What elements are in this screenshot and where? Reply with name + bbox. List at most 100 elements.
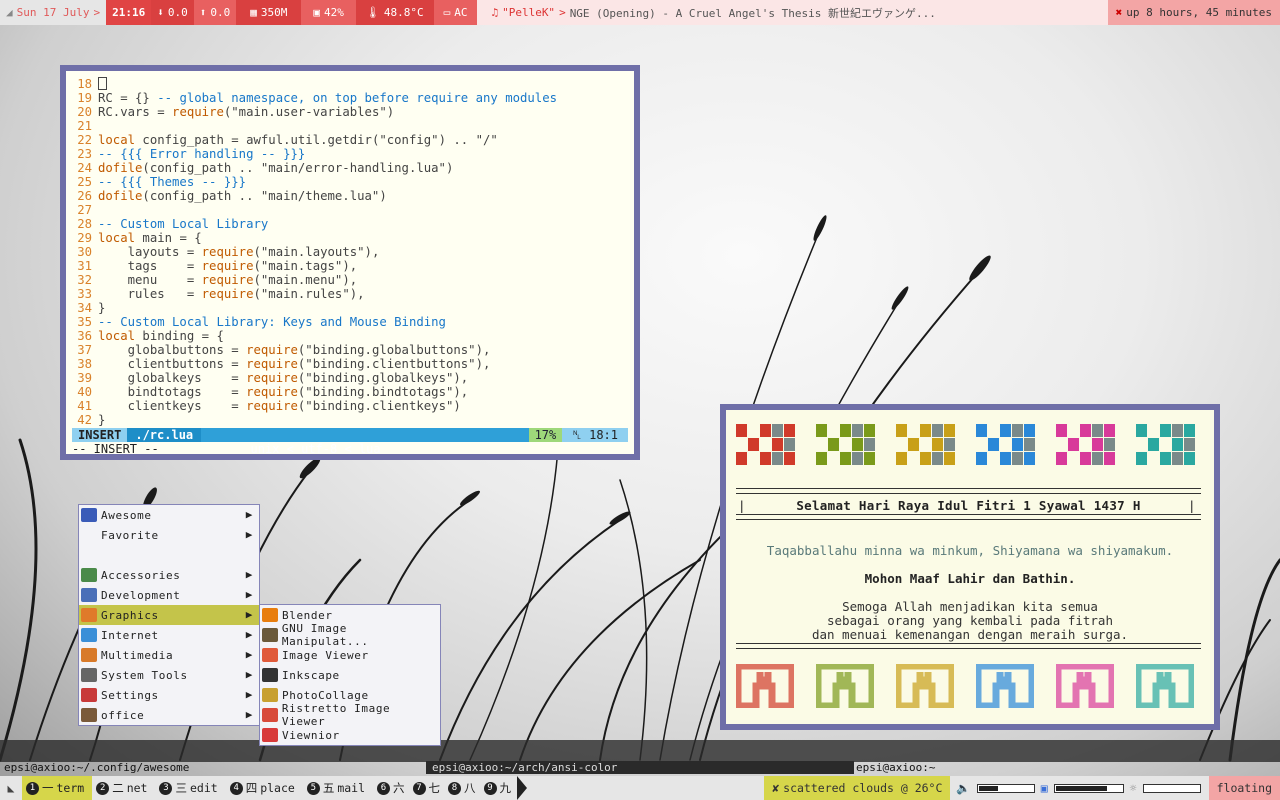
- code-comment: -- Custom Local Library: [98, 217, 269, 231]
- code-line[interactable]: 21: [72, 119, 628, 133]
- code-line[interactable]: 28 -- Custom Local Library: [72, 217, 628, 231]
- menu-item[interactable]: System Tools ▶: [79, 665, 259, 685]
- menu-item[interactable]: Graphics ▶: [79, 605, 259, 625]
- code-line[interactable]: 36 local binding = {: [72, 329, 628, 343]
- clock-text: 21:16: [112, 6, 146, 19]
- code-line[interactable]: 27: [72, 203, 628, 217]
- submenu-arrow-icon: ▶: [245, 628, 253, 641]
- tag-number: 5: [306, 781, 320, 795]
- code-line[interactable]: 41 clientkeys = require("binding.clientk…: [72, 399, 628, 413]
- menu-item[interactable]: Image Viewer: [260, 645, 440, 665]
- code-text: tags = require("main.tags"),: [98, 259, 358, 273]
- tag-label: mail: [337, 781, 366, 795]
- vim-window[interactable]: 18 19 RC = {} -- global namespace, on top …: [60, 65, 640, 460]
- app-menu[interactable]: Awesome ▶ Favorite ▶ Accessories ▶ Development…: [78, 504, 260, 726]
- tag-glyph: 七: [428, 781, 441, 795]
- code-line[interactable]: 25 -- {{{ Themes -- }}}: [72, 175, 628, 189]
- code-line[interactable]: 32 menu = require("main.menu"),: [72, 273, 628, 287]
- code-line[interactable]: 19 RC = {} -- global namespace, on top be…: [72, 91, 628, 105]
- menu-item[interactable]: Inkscape: [260, 665, 440, 685]
- code-line[interactable]: 40 bindtotags = require("binding.bindtot…: [72, 385, 628, 399]
- clock[interactable]: 21:16: [106, 0, 152, 25]
- graphics-submenu[interactable]: Blender GNU Image Manipulat... Image Viewe…: [259, 604, 441, 746]
- menu-item[interactable]: Internet ▶: [79, 625, 259, 645]
- terminal-title-left[interactable]: epsi@axioo:~/.config/awesome: [4, 761, 189, 774]
- tag-6[interactable]: 6六: [373, 776, 409, 800]
- ansi-glyph: [1056, 664, 1114, 708]
- date-widget[interactable]: ◢ Sun 17 July >: [0, 0, 106, 25]
- tag-number: 6: [377, 781, 391, 795]
- menu-item[interactable]: office ▶: [79, 705, 259, 725]
- code-line[interactable]: 37 globalbuttons = require("binding.glob…: [72, 343, 628, 357]
- menu-item[interactable]: Viewnior: [260, 725, 440, 745]
- tag-8[interactable]: 8八: [444, 776, 480, 800]
- brightness-bar: [1142, 783, 1201, 793]
- tag-label: edit: [189, 781, 218, 795]
- code-line[interactable]: 24 dofile(config_path .. "main/error-hand…: [72, 161, 628, 175]
- tag-glyph: 四: [245, 781, 258, 795]
- menu-item-label: Favorite: [101, 528, 159, 542]
- ansi-color-block: [976, 424, 1035, 466]
- tag-7[interactable]: 7七: [409, 776, 445, 800]
- layout-indicator[interactable]: floating: [1208, 776, 1280, 800]
- terminal-title-middle[interactable]: epsi@axioo:~/arch/ansi-color: [426, 761, 854, 774]
- menu-item-label: office: [101, 708, 145, 722]
- code-line[interactable]: 30 layouts = require("main.layouts"),: [72, 245, 628, 259]
- tag-glyph: 一: [42, 781, 54, 795]
- ansi-color-window[interactable]: | Selamat Hari Raya Idul Fitri 1 Syawal …: [720, 404, 1220, 730]
- office-icon: [81, 708, 97, 722]
- menu-item[interactable]: GNU Image Manipulat...: [260, 622, 440, 648]
- weather-widget[interactable]: ✘ scattered clouds @ 26°C: [764, 776, 951, 800]
- tag-4[interactable]: 4 四 place: [226, 776, 303, 800]
- line-number: 26: [77, 189, 92, 203]
- terminal-title-right[interactable]: epsi@axioo:~: [856, 761, 935, 774]
- vim-buffer[interactable]: 18 19 RC = {} -- global namespace, on top …: [72, 77, 628, 427]
- tag-number: 7: [412, 781, 426, 795]
- code-line[interactable]: 34}: [72, 301, 628, 315]
- code-line[interactable]: 31 tags = require("main.tags"),: [72, 259, 628, 273]
- submenu-arrow-icon: ▶: [245, 588, 253, 601]
- launcher-icon[interactable]: ◣: [0, 781, 22, 795]
- net-up-value: 0.0: [210, 6, 231, 19]
- battery-bar: [1053, 783, 1124, 793]
- code-line[interactable]: 33 rules = require("main.rules"),: [72, 287, 628, 301]
- code-line[interactable]: 22 local config_path = awful.util.getdir(…: [72, 133, 628, 147]
- menu-item[interactable]: Ristretto Image Viewer: [260, 702, 440, 728]
- memory-icon: ▦: [250, 6, 257, 19]
- menu-item[interactable]: Favorite ▶: [79, 525, 259, 545]
- settings-icon: [81, 688, 97, 702]
- volume-icon[interactable]: 🔈: [956, 781, 970, 795]
- volume-bar[interactable]: [976, 783, 1035, 793]
- menu-item[interactable]: Development ▶: [79, 585, 259, 605]
- multimedia-icon: [81, 648, 97, 662]
- code-line[interactable]: 23 -- {{{ Error handling -- }}}: [72, 147, 628, 161]
- tag-2[interactable]: 2 二 net: [92, 776, 155, 800]
- ansi-color-block: [816, 424, 875, 466]
- weather-icon: ✘: [772, 781, 780, 795]
- menu-item[interactable]: Awesome ▶: [79, 505, 259, 525]
- menu-item[interactable]: Accessories ▶: [79, 565, 259, 585]
- menu-item-label: Graphics: [101, 608, 159, 622]
- code-line[interactable]: 18: [72, 77, 628, 91]
- menu-item[interactable]: Multimedia ▶: [79, 645, 259, 665]
- code-line[interactable]: 42}: [72, 413, 628, 427]
- uptime-value: up 8 hours, 45 minutes: [1126, 6, 1272, 19]
- bottom-panel: ◣ 1 一 term 2 二 net 3 三 edit 4 四 place 5 五 mail 6 六 7 七 8 八 9 九…: [0, 776, 1280, 800]
- code-line[interactable]: 26 dofile(config_path .. "main/theme.lua"…: [72, 189, 628, 203]
- vim-statusline: INSERT ./rc.lua unix < utf-8 < lua 17% ␤…: [72, 428, 628, 456]
- tag-9[interactable]: 9九: [480, 776, 516, 800]
- tag-5[interactable]: 5 五 mail: [303, 776, 373, 800]
- tag-number: 3: [159, 781, 173, 795]
- code-line[interactable]: 20 RC.vars = require("main.user-variables…: [72, 105, 628, 119]
- code-line[interactable]: 38 clientbuttons = require("binding.clie…: [72, 357, 628, 371]
- music-widget[interactable]: ♫ "PelleK" > NGE (Opening) - A Cruel Ang…: [477, 0, 1108, 25]
- code-line[interactable]: 35 -- Custom Local Library: Keys and Mous…: [72, 315, 628, 329]
- tag-3[interactable]: 3 三 edit: [155, 776, 225, 800]
- battery-icon: ▭: [443, 6, 451, 19]
- code-line[interactable]: 29 local main = {: [72, 231, 628, 245]
- code-line[interactable]: 39 globalkeys = require("binding.globalk…: [72, 371, 628, 385]
- banner-rule-bottom: [736, 514, 1201, 520]
- tag-1[interactable]: 1 一 term: [22, 776, 93, 800]
- submenu-arrow-icon: ▶: [245, 668, 253, 681]
- menu-item[interactable]: Settings ▶: [79, 685, 259, 705]
